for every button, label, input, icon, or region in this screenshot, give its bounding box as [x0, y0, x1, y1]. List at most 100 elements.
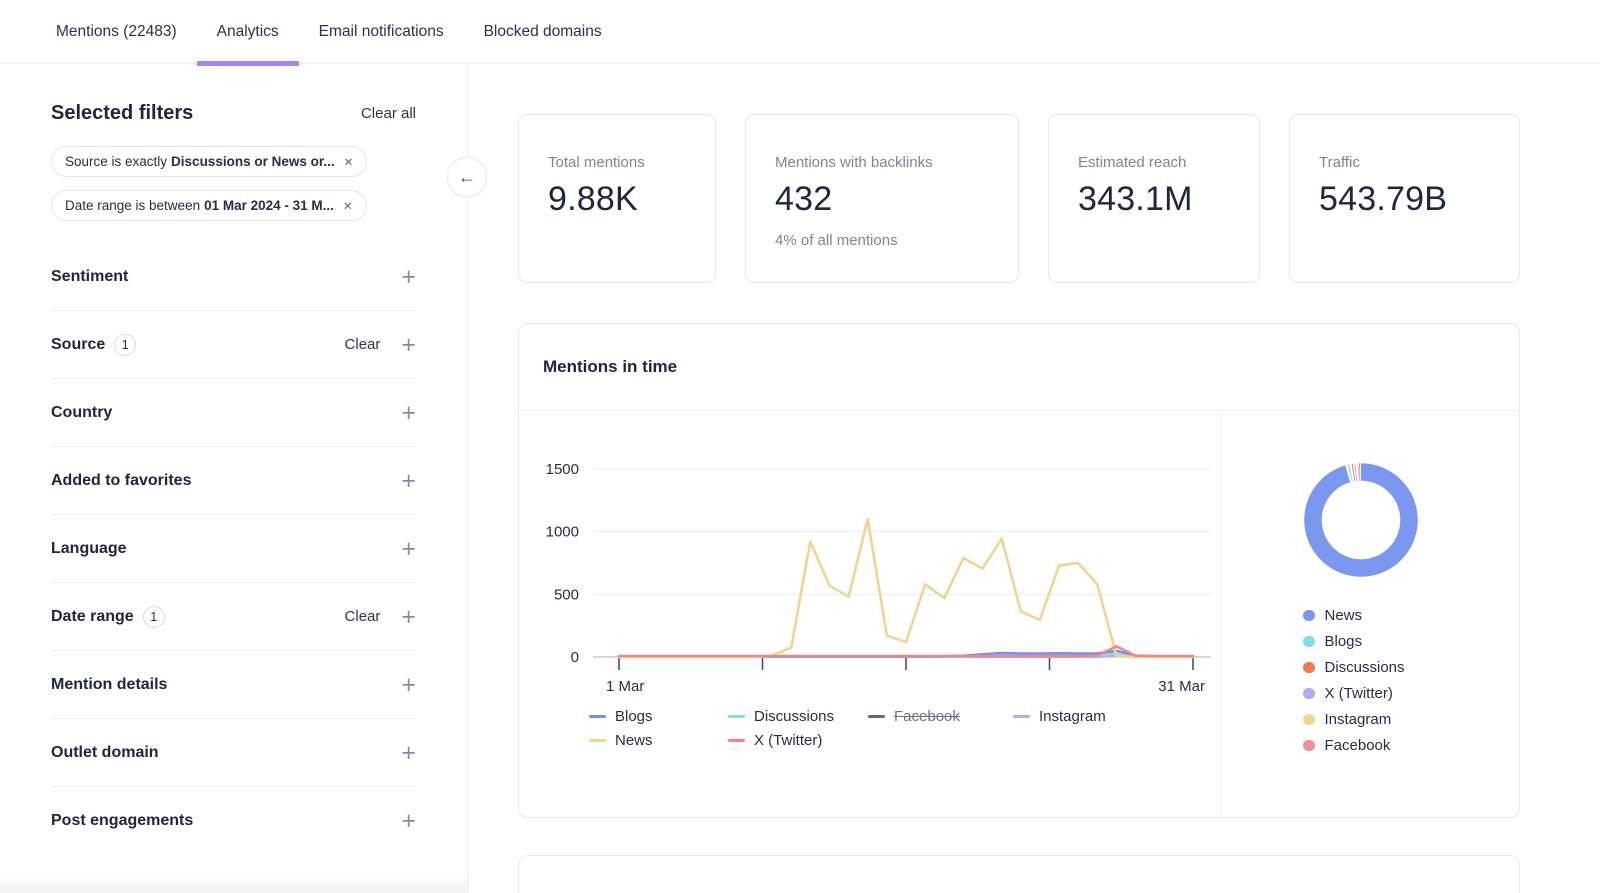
section-label: Source: [51, 336, 105, 354]
expand-plus-icon[interactable]: +: [401, 471, 416, 491]
filter-section-sentiment[interactable]: Sentiment +: [51, 243, 416, 311]
legend-label: News: [1325, 607, 1363, 624]
legend-item-Facebook[interactable]: Facebook: [868, 708, 1013, 725]
stat-value: 343.1M: [1078, 180, 1230, 219]
clear-section-link[interactable]: Clear: [345, 608, 381, 625]
legend-color-dash: [728, 739, 745, 743]
legend-color-dot: [1303, 688, 1315, 700]
legend-color-dot: [1303, 610, 1315, 622]
line-chart-legend: Blogs Discussions FacebookInstagram News X (…: [589, 708, 1106, 749]
filter-section-language[interactable]: Language +: [51, 515, 416, 583]
chart-title: Mentions in time: [543, 357, 677, 377]
expand-plus-icon[interactable]: +: [401, 267, 416, 287]
tab-mentions[interactable]: Mentions (22483): [36, 0, 197, 64]
filter-section-source[interactable]: Source 1 Clear +: [51, 311, 416, 379]
section-label: Outlet domain: [51, 744, 159, 762]
filter-chip-source[interactable]: Source is exactly Discussions or News or…: [51, 146, 367, 177]
legend-label: Discussions: [1325, 659, 1405, 676]
tab-blocked-domains[interactable]: Blocked domains: [464, 0, 622, 64]
tab-analytics[interactable]: Analytics: [197, 0, 299, 64]
svg-text:500: 500: [554, 586, 579, 603]
filter-chip-date-range[interactable]: Date range is between 01 Mar 2024 - 31 M…: [51, 190, 367, 221]
legend-color-dash: [868, 715, 885, 719]
filter-section-outlet-domain[interactable]: Outlet domain +: [51, 719, 416, 787]
selected-filters-title: Selected filters: [51, 102, 193, 125]
section-label: Mention details: [51, 676, 167, 694]
legend-item-Blogs[interactable]: Blogs: [589, 708, 728, 725]
expand-plus-icon[interactable]: +: [401, 675, 416, 695]
stat-card-total-mentions: Total mentions 9.88K: [518, 114, 716, 283]
donut-slice-News: [1313, 472, 1409, 568]
expand-plus-icon[interactable]: +: [401, 811, 416, 831]
mentions-line-chart[interactable]: 0500100015001 Mar31 Mar: [519, 439, 1223, 701]
collapse-sidebar-button[interactable]: ←: [447, 157, 487, 197]
expand-plus-icon[interactable]: +: [401, 403, 416, 423]
clear-all-filters-link[interactable]: Clear all: [361, 105, 416, 122]
legend-label: X (Twitter): [754, 732, 822, 749]
chip-value: Discussions or News or...: [171, 154, 335, 169]
donut-legend-item-News[interactable]: News: [1303, 607, 1405, 624]
series-line-News: [619, 519, 1193, 657]
stat-card-estimated-reach: Estimated reach 343.1M: [1048, 114, 1260, 283]
donut-legend-item-Facebook[interactable]: Facebook: [1303, 737, 1405, 754]
stat-label: Total mentions: [548, 154, 686, 171]
chip-value: 01 Mar 2024 - 31 M...: [204, 198, 334, 213]
analytics-main: Total mentions 9.88K Mentions with backl…: [468, 64, 1600, 893]
legend-color-dot: [1303, 740, 1315, 752]
stat-value: 543.79B: [1319, 180, 1490, 219]
donut-chart-legend: News Blogs Discussions X (Twitter) Instagram…: [1303, 607, 1405, 754]
stat-label: Estimated reach: [1078, 154, 1230, 171]
sources-donut-chart[interactable]: [1292, 451, 1430, 589]
section-label: Country: [51, 404, 112, 422]
remove-filter-icon[interactable]: ✕: [343, 199, 353, 213]
section-label: Added to favorites: [51, 472, 191, 490]
svg-text:31 Mar: 31 Mar: [1158, 678, 1205, 695]
donut-chart-pane: News Blogs Discussions X (Twitter) Instagram…: [1221, 411, 1519, 817]
section-label: Date range: [51, 608, 134, 626]
svg-text:0: 0: [571, 649, 579, 666]
donut-legend-item-Blogs[interactable]: Blogs: [1303, 633, 1405, 650]
legend-color-dot: [1303, 636, 1315, 648]
stat-label: Mentions with backlinks: [775, 154, 989, 171]
filter-section-added-to-favorites[interactable]: Added to favorites +: [51, 447, 416, 515]
donut-legend-item-Discussions[interactable]: Discussions: [1303, 659, 1405, 676]
arrow-left-icon: ←: [458, 167, 476, 188]
legend-item-X (Twitter)[interactable]: X (Twitter): [728, 732, 868, 749]
legend-label: Facebook: [1325, 737, 1391, 754]
donut-legend-item-X (Twitter)[interactable]: X (Twitter): [1303, 685, 1405, 702]
section-label: Sentiment: [51, 268, 128, 286]
remove-filter-icon[interactable]: ✕: [344, 155, 354, 169]
legend-color-dash: [1013, 715, 1030, 719]
legend-item-News[interactable]: News: [589, 732, 728, 749]
legend-label: Discussions: [754, 708, 834, 725]
filter-count-badge: 1: [143, 606, 165, 628]
legend-color-dash: [589, 715, 606, 719]
legend-item-Instagram[interactable]: Instagram: [1013, 708, 1106, 725]
legend-color-dot: [1303, 714, 1315, 726]
filter-section-country[interactable]: Country +: [51, 379, 416, 447]
filter-count-badge: 1: [114, 334, 136, 356]
legend-item-Discussions[interactable]: Discussions: [728, 708, 868, 725]
expand-plus-icon[interactable]: +: [401, 743, 416, 763]
mentions-in-time-card: Mentions in time 0500100015001 Mar31 Mar…: [518, 323, 1520, 818]
stat-value: 9.88K: [548, 180, 686, 219]
legend-color-dash: [589, 739, 606, 743]
clear-section-link[interactable]: Clear: [345, 336, 381, 353]
filter-section-mention-details[interactable]: Mention details +: [51, 651, 416, 719]
expand-plus-icon[interactable]: +: [401, 539, 416, 559]
legend-color-dash: [728, 715, 745, 719]
legend-label: X (Twitter): [1325, 685, 1393, 702]
svg-text:1 Mar: 1 Mar: [606, 678, 644, 695]
section-label: Language: [51, 540, 127, 558]
donut-legend-item-Instagram[interactable]: Instagram: [1303, 711, 1405, 728]
chip-prefix: Source is exactly: [65, 154, 167, 169]
expand-plus-icon[interactable]: +: [401, 607, 416, 627]
section-label: Post engagements: [51, 812, 193, 830]
filter-section-date-range[interactable]: Date range 1 Clear +: [51, 583, 416, 651]
tab-email-notifications[interactable]: Email notifications: [299, 0, 464, 64]
svg-text:1000: 1000: [546, 524, 579, 541]
chip-prefix: Date range is between: [65, 198, 200, 213]
expand-plus-icon[interactable]: +: [401, 335, 416, 355]
filter-section-post-engagements[interactable]: Post engagements +: [51, 787, 416, 855]
filter-sections-list: Sentiment + Source 1 Clear + Country + A…: [51, 243, 416, 855]
